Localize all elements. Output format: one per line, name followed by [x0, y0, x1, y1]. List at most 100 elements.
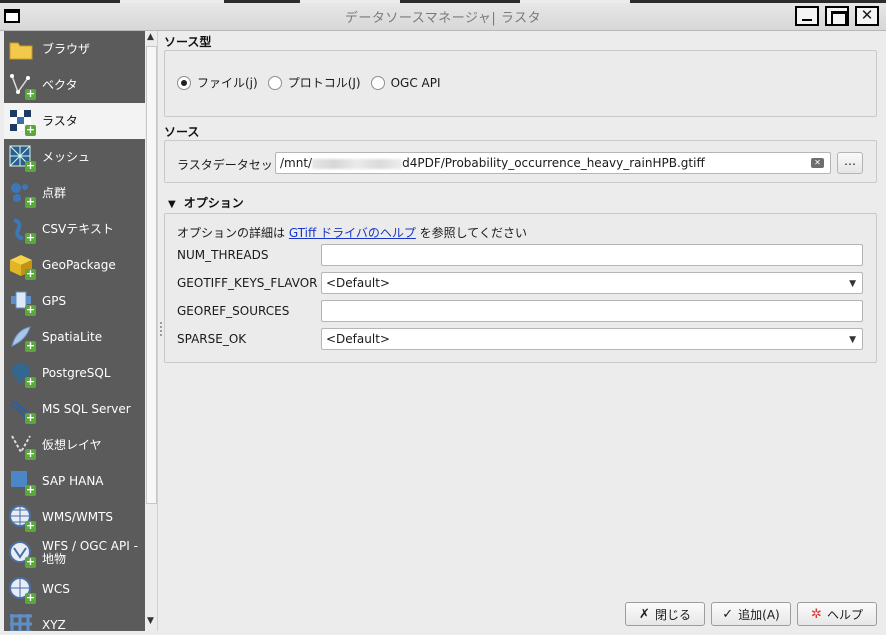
spatialite-icon: +: [8, 324, 36, 352]
wcs-icon: +: [8, 576, 36, 604]
splitter-handle[interactable]: [160, 322, 162, 336]
sidebar-item-label: PostgreSQL: [42, 365, 111, 380]
sidebar-item-label: GeoPackage: [42, 257, 116, 272]
source-type-group: ファイル(j) プロトコル(J) OGC API: [164, 50, 877, 117]
sidebar-item-spatialite[interactable]: + SpatiaLite: [4, 319, 145, 355]
sidebar-item-mssql[interactable]: + MS SQL Server: [4, 391, 145, 427]
xyz-icon: [8, 612, 34, 631]
close-dialog-icon: ✗: [639, 606, 650, 622]
browse-button[interactable]: …: [837, 152, 863, 174]
sidebar-item-wcs[interactable]: + WCS: [4, 571, 145, 607]
path-suffix: d4PDF/Probability_occurrence_heavy_rainH…: [402, 156, 705, 170]
mssql-icon: +: [8, 396, 36, 424]
sidebar-item-csv[interactable]: + CSVテキスト: [4, 211, 145, 247]
wms-icon: +: [8, 504, 36, 532]
sidebar-item-sap-hana[interactable]: + SAP HANA: [4, 463, 145, 499]
vector-icon: +: [8, 72, 36, 100]
num-threads-label: NUM_THREADS: [177, 248, 269, 262]
maximize-button[interactable]: [825, 6, 849, 26]
help-button-label: ヘルプ: [826, 607, 863, 622]
close-button[interactable]: ✗ 閉じる: [625, 602, 705, 626]
sidebar-item-mesh[interactable]: + メッシュ: [4, 139, 145, 175]
scroll-up-icon[interactable]: ▲: [147, 32, 154, 42]
sidebar-item-label: GPS: [42, 293, 67, 308]
scrollbar-thumb[interactable]: [146, 46, 157, 504]
help-lifebuoy-icon: ✲: [811, 606, 822, 622]
sidebar-item-raster[interactable]: + ラスタ: [4, 103, 145, 139]
source-sidebar: ブラウザ + ベクタ + ラスタ + メッシュ + 点群 + CSVテキスト +…: [4, 31, 145, 631]
mesh-icon: +: [8, 144, 36, 172]
folder-icon: [8, 36, 34, 62]
radio-protocol-label: プロトコル(J): [287, 76, 361, 90]
options-title-label: オプション: [183, 196, 244, 210]
sidebar-item-label: 点群: [42, 185, 67, 200]
sidebar-item-label: WMS/WMTS: [42, 509, 114, 524]
radio-file-indicator[interactable]: [177, 75, 191, 90]
sparse-ok-label: SPARSE_OK: [177, 332, 247, 346]
help-prefix: オプションの詳細は: [177, 226, 289, 240]
geotiff-keys-flavor-select[interactable]: <Default>: [321, 272, 863, 294]
sidebar-item-browser[interactable]: ブラウザ: [4, 31, 145, 67]
virtual-layer-icon: +: [8, 432, 36, 460]
sparse-ok-select[interactable]: <Default>: [321, 328, 863, 350]
options-title[interactable]: ▼ オプション: [168, 194, 244, 211]
close-window-button[interactable]: ✕: [855, 6, 879, 26]
close-button-label: 閉じる: [654, 607, 691, 622]
sidebar-item-label: CSVテキスト: [42, 221, 114, 236]
scroll-down-icon[interactable]: ▼: [147, 616, 154, 626]
sidebar-item-wfs[interactable]: + WFS / OGC API - 地物: [4, 535, 145, 571]
sap-hana-icon: +: [8, 468, 36, 496]
sidebar-item-label: SAP HANA: [42, 473, 104, 488]
point-cloud-icon: +: [8, 180, 36, 208]
collapse-arrow-icon[interactable]: ▼: [168, 199, 176, 210]
clear-icon[interactable]: ✕: [811, 158, 824, 168]
sidebar-item-label: ベクタ: [42, 77, 78, 92]
sidebar-item-label: WCS: [42, 581, 70, 596]
window-title: データソースマネージャ| ラスタ: [344, 11, 542, 26]
sidebar-item-geopackage[interactable]: + GeoPackage: [4, 247, 145, 283]
num-threads-input[interactable]: [321, 244, 863, 266]
radio-file[interactable]: ファイル(j): [177, 74, 258, 91]
radio-protocol[interactable]: プロトコル(J): [267, 74, 361, 91]
source-group: ラスタデータセット /mnt/d4PDF/Probability_occurre…: [164, 140, 877, 183]
add-button-label: 追加(A): [738, 607, 780, 622]
sidebar-item-virtual-layer[interactable]: + 仮想レイヤ: [4, 427, 145, 463]
help-button[interactable]: ✲ ヘルプ: [797, 602, 877, 626]
sidebar-item-label: ブラウザ: [42, 41, 91, 56]
georef-sources-input[interactable]: [321, 300, 863, 322]
radio-ogc-api-label: OGC API: [390, 75, 441, 90]
sidebar-item-label: XYZ: [42, 617, 66, 631]
geopackage-icon: +: [8, 252, 36, 280]
sidebar-item-label: ラスタ: [42, 113, 78, 128]
sidebar-item-wms[interactable]: + WMS/WMTS: [4, 499, 145, 535]
title-bar: データソースマネージャ| ラスタ ✕: [0, 0, 886, 31]
georef-sources-label: GEOREF_SOURCES: [177, 304, 290, 318]
source-type-title: ソース型: [164, 35, 212, 49]
postgresql-icon: +: [8, 360, 36, 388]
radio-protocol-indicator[interactable]: [267, 75, 282, 90]
raster-icon: +: [8, 108, 36, 136]
help-suffix: を参照してください: [415, 226, 527, 240]
source-title: ソース: [164, 125, 200, 139]
radio-ogc-api[interactable]: OGC API: [370, 75, 441, 90]
dataset-label: ラスタデータセット: [177, 158, 285, 172]
radio-ogc-api-indicator[interactable]: [370, 75, 385, 90]
gps-icon: +: [8, 288, 36, 316]
path-prefix: /mnt/: [280, 156, 313, 170]
sidebar-item-vector[interactable]: + ベクタ: [4, 67, 145, 103]
checkmark-icon: ✓: [722, 606, 734, 622]
sidebar-item-label: WFS / OGC API - 地物: [42, 539, 138, 566]
minimize-button[interactable]: [795, 6, 819, 26]
sidebar-item-label: 仮想レイヤ: [42, 437, 102, 452]
top-border: [0, 0, 886, 3]
redacted-path: [312, 158, 403, 169]
dataset-path-input[interactable]: /mnt/d4PDF/Probability_occurrence_heavy_…: [275, 152, 831, 174]
sidebar-item-gps[interactable]: + GPS: [4, 283, 145, 319]
gtiff-help-link[interactable]: GTiff ドライバのヘルプ: [289, 226, 416, 240]
sidebar-item-label: MS SQL Server: [42, 401, 131, 416]
add-button[interactable]: ✓ 追加(A): [711, 602, 791, 626]
sidebar-item-postgresql[interactable]: + PostgreSQL: [4, 355, 145, 391]
sidebar-item-xyz[interactable]: XYZ: [4, 607, 145, 631]
sidebar-item-point-cloud[interactable]: + 点群: [4, 175, 145, 211]
options-group: オプションの詳細は GTiff ドライバのヘルプ を参照してください NUM_T…: [164, 213, 877, 363]
